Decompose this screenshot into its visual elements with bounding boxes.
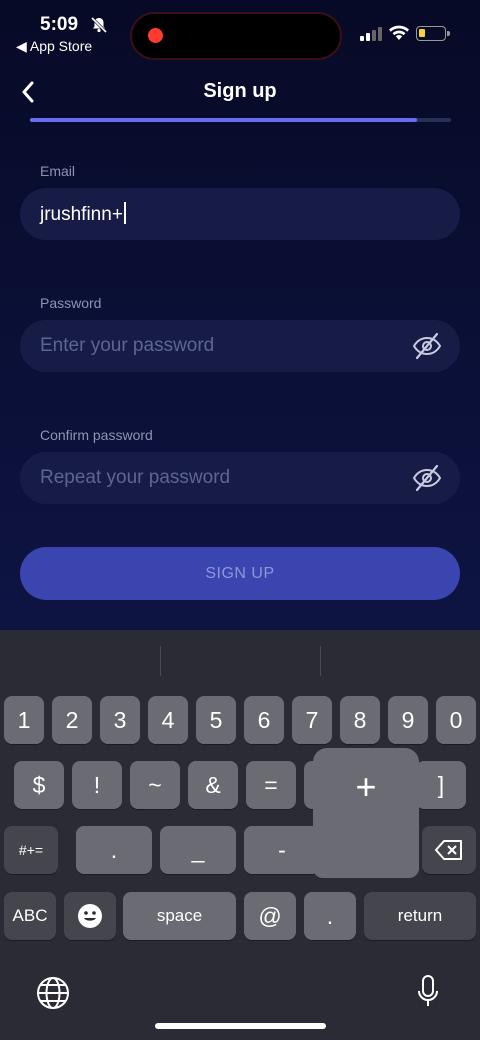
keyboard: 1 2 3 4 5 6 7 8 9 0 $ ! ~ & = ] #+= . _ …	[0, 630, 480, 1040]
cellular-signal-icon	[360, 27, 382, 46]
key-underscore[interactable]: _	[160, 826, 236, 874]
suggestion-divider	[320, 646, 321, 676]
key-ampersand[interactable]: &	[188, 761, 238, 809]
key-right-bracket[interactable]: ]	[416, 761, 466, 809]
battery-icon	[416, 26, 450, 41]
key-4[interactable]: 4	[148, 696, 188, 744]
password-label: Password	[40, 295, 102, 311]
email-field[interactable]: jrushfinn+	[20, 188, 460, 240]
emoji-icon	[78, 904, 102, 928]
backspace-icon	[435, 840, 462, 860]
email-value: jrushfinn+	[40, 204, 123, 225]
signup-screen: 5:09 ◀ App Store Sign up Email jrushfinn…	[0, 0, 480, 630]
signup-progress-bar	[30, 118, 451, 122]
home-indicator[interactable]	[155, 1023, 326, 1029]
abc-key[interactable]: ABC	[4, 892, 56, 940]
status-bar: 5:09 ◀ App Store	[0, 0, 480, 64]
globe-icon[interactable]	[36, 976, 70, 1015]
text-caret	[123, 202, 126, 224]
at-key[interactable]: @	[244, 892, 296, 940]
bell-muted-icon	[90, 16, 108, 39]
key-9[interactable]: 9	[388, 696, 428, 744]
return-key[interactable]: return	[364, 892, 476, 940]
recording-indicator-icon	[148, 28, 163, 43]
suggestion-divider	[160, 646, 161, 676]
progress-fill	[30, 118, 418, 122]
key-3[interactable]: 3	[100, 696, 140, 744]
eye-off-icon[interactable]	[412, 332, 442, 365]
password-placeholder: Enter your password	[40, 335, 215, 356]
key-period[interactable]: .	[76, 826, 152, 874]
key-0[interactable]: 0	[436, 696, 476, 744]
wifi-icon	[388, 25, 410, 46]
dynamic-island	[130, 12, 342, 60]
confirm-password-label: Confirm password	[40, 427, 153, 443]
key-8[interactable]: 8	[340, 696, 380, 744]
back-to-app-store-link[interactable]: ◀ App Store	[16, 38, 92, 55]
key-2[interactable]: 2	[52, 696, 92, 744]
key-tilde[interactable]: ~	[130, 761, 180, 809]
password-field[interactable]: Enter your password	[20, 320, 460, 372]
delete-key[interactable]	[422, 826, 476, 874]
emoji-key[interactable]	[64, 892, 116, 940]
dot-key[interactable]: .	[304, 892, 356, 940]
symbols-key[interactable]: #+=	[4, 826, 58, 874]
microphone-icon[interactable]	[416, 974, 440, 1015]
key-exclamation[interactable]: !	[72, 761, 122, 809]
key-7[interactable]: 7	[292, 696, 332, 744]
eye-off-icon[interactable]	[412, 464, 442, 497]
key-1[interactable]: 1	[4, 696, 44, 744]
key-hyphen[interactable]: -	[244, 826, 320, 874]
key-6[interactable]: 6	[244, 696, 284, 744]
space-key[interactable]: space	[123, 892, 236, 940]
confirm-password-placeholder: Repeat your password	[40, 467, 231, 488]
email-label: Email	[40, 163, 76, 179]
sign-up-button[interactable]: SIGN UP	[20, 547, 460, 600]
page-title: Sign up	[203, 80, 277, 102]
key-5[interactable]: 5	[196, 696, 236, 744]
key-popup-plus: +	[313, 748, 419, 878]
status-time: 5:09	[40, 14, 79, 35]
key-popup-glyph: +	[355, 766, 377, 807]
confirm-password-field[interactable]: Repeat your password	[20, 452, 460, 504]
key-equals[interactable]: =	[246, 761, 296, 809]
key-dollar[interactable]: $	[14, 761, 64, 809]
